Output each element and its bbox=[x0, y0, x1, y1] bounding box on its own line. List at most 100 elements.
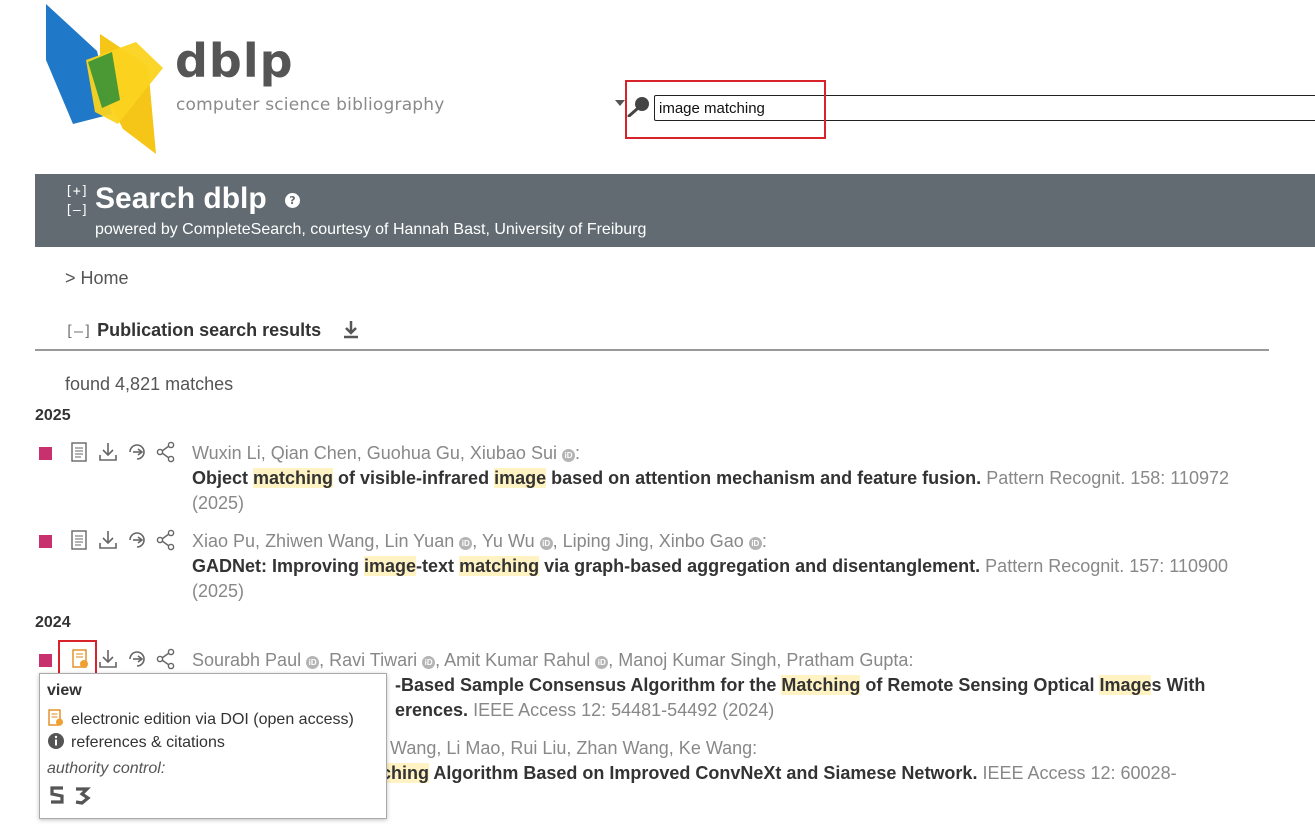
title-highlight: matching bbox=[253, 468, 334, 488]
author-link[interactable]: Yu Wu bbox=[482, 531, 535, 551]
title-fragment: of visible-infrared bbox=[333, 468, 495, 488]
author-link[interactable]: Ravi Tiwari bbox=[329, 650, 417, 670]
author-link[interactable]: Amit Kumar Rahul bbox=[444, 650, 590, 670]
view-icon[interactable] bbox=[68, 441, 90, 463]
author-link[interactable]: Pratham Gupta bbox=[786, 650, 908, 670]
paper-title[interactable]: GADNet: Improving image-text matching vi… bbox=[192, 556, 980, 576]
semantic-scholar-icon[interactable] bbox=[48, 785, 66, 805]
university-link[interactable]: University of Freiburg bbox=[494, 221, 646, 238]
title-fragment: -Based Sample Consensus Algorithm for th… bbox=[395, 675, 782, 695]
completesearch-link[interactable]: CompleteSearch bbox=[182, 221, 301, 238]
search-options-dropdown[interactable] bbox=[615, 100, 625, 106]
author-link[interactable]: Xinbo Gao bbox=[659, 531, 744, 551]
authority-icon[interactable] bbox=[73, 785, 91, 805]
paper-title[interactable]: -Based Sample Consensus Algorithm for th… bbox=[395, 675, 1205, 695]
popup-ee-link[interactable]: electronic edition via DOI (open access) bbox=[47, 709, 354, 729]
author-link[interactable]: Manoj Kumar Singh bbox=[618, 650, 776, 670]
view-icon[interactable] bbox=[68, 529, 90, 551]
author-link[interactable]: Lin Yuan bbox=[384, 531, 454, 551]
entry-text: Wuxin Li, Qian Chen, Guohua Gu, Xiubao S… bbox=[192, 441, 1252, 516]
search-input[interactable] bbox=[654, 95, 1315, 121]
paper-title-cont[interactable]: erences. bbox=[395, 700, 468, 720]
author-link[interactable]: Xiao Pu bbox=[192, 531, 255, 551]
title-highlight: Image bbox=[1099, 675, 1152, 695]
export-icon[interactable] bbox=[97, 648, 119, 670]
title-fragment: via graph-based aggregation and disentan… bbox=[539, 556, 981, 576]
entry-type-marker bbox=[39, 654, 52, 667]
entry-text: Sourabh Paul iD, Ravi Tiwari iD, Amit Ku… bbox=[192, 648, 1252, 673]
venue[interactable]: IEEE Access 12: 54481-54492 (2024) bbox=[468, 700, 774, 720]
logo-wordmark: dblp bbox=[175, 34, 294, 88]
title-fragment: Object bbox=[192, 468, 254, 488]
section-divider bbox=[35, 349, 1269, 351]
orcid-icon[interactable]: iD bbox=[539, 537, 553, 550]
export-icon[interactable] bbox=[97, 529, 119, 551]
help-icon[interactable]: ? bbox=[285, 193, 300, 208]
entry-text: Xiao Pu, Zhiwen Wang, Lin Yuan iD, Yu Wu… bbox=[192, 529, 1252, 604]
author-link[interactable]: Zhiwen Wang bbox=[265, 531, 374, 551]
electronic-edition-icon[interactable] bbox=[69, 648, 91, 670]
author-link[interactable]: Liping Jing bbox=[563, 531, 649, 551]
entry-type-marker bbox=[39, 447, 52, 460]
collapse-toggle[interactable]: [–] bbox=[65, 201, 88, 220]
expand-toggle[interactable]: [+] bbox=[65, 182, 88, 201]
download-results-icon[interactable] bbox=[342, 320, 360, 340]
banner-toggles: [+] [–] bbox=[65, 182, 88, 220]
title-fragment: s With bbox=[1151, 675, 1206, 695]
orcid-icon[interactable]: iD bbox=[595, 656, 609, 669]
author-link[interactable]: Qian Chen bbox=[271, 443, 357, 463]
authority-control-label: authority control: bbox=[47, 760, 166, 777]
cite-icon[interactable] bbox=[126, 441, 148, 463]
page-title: Search dblp bbox=[95, 182, 267, 215]
powered-by-line: powered by CompleteSearch, courtesy of H… bbox=[95, 221, 646, 239]
orcid-icon[interactable]: iD bbox=[422, 656, 436, 669]
title-fragment: Algorithm Based on Improved ConvNeXt and… bbox=[429, 763, 978, 783]
orcid-icon[interactable]: iD bbox=[561, 449, 575, 462]
share-icon[interactable] bbox=[155, 441, 177, 463]
cite-icon[interactable] bbox=[126, 648, 148, 670]
popup-heading: view bbox=[47, 682, 82, 699]
orcid-icon[interactable]: iD bbox=[306, 656, 320, 669]
courtesy-sep: , bbox=[485, 221, 495, 238]
author-link[interactable]: Sourabh Paul bbox=[192, 650, 301, 670]
results-heading: Publication search results bbox=[97, 320, 322, 340]
year-heading: 2024 bbox=[35, 614, 71, 631]
popup-item-label: references & citations bbox=[71, 734, 225, 751]
powered-prefix: powered by bbox=[95, 221, 183, 238]
author-link[interactable]: Guohua Gu bbox=[367, 443, 460, 463]
results-section-heading: [–] Publication search results bbox=[65, 320, 321, 341]
paper-title[interactable]: tching Algorithm Based on Improved ConvN… bbox=[375, 763, 977, 783]
year-heading: 2025 bbox=[35, 407, 71, 424]
title-highlight: image bbox=[494, 468, 547, 488]
entry-title-line: -Based Sample Consensus Algorithm for th… bbox=[395, 673, 1295, 723]
title-highlight: Matching bbox=[781, 675, 861, 695]
hannah-bast-link[interactable]: Hannah Bast bbox=[393, 221, 486, 238]
match-count: found 4,821 matches bbox=[65, 374, 234, 394]
results-collapse-toggle[interactable]: [–] bbox=[65, 322, 92, 340]
authors: n Wang, Li Mao, Rui Liu, Zhan Wang, Ke W… bbox=[375, 738, 758, 758]
title-fragment: based on attention mechanism and feature… bbox=[546, 468, 982, 488]
share-icon[interactable] bbox=[155, 648, 177, 670]
logo-tagline: computer science bibliography bbox=[176, 95, 445, 115]
author-link[interactable]: Wuxin Li bbox=[192, 443, 261, 463]
author-link[interactable]: Xiubao Sui bbox=[470, 443, 557, 463]
orcid-icon[interactable]: iD bbox=[748, 537, 762, 550]
title-fragment: of Remote Sensing Optical bbox=[860, 675, 1100, 695]
share-icon[interactable] bbox=[155, 529, 177, 551]
view-popup: view electronic edition via DOI (open ac… bbox=[39, 673, 387, 819]
breadcrumb-home[interactable]: > Home bbox=[65, 268, 129, 289]
title-fragment: GADNet: Improving bbox=[192, 556, 365, 576]
cite-icon[interactable] bbox=[126, 529, 148, 551]
paper-title[interactable]: Object matching of visible-infrared imag… bbox=[192, 468, 981, 488]
orcid-icon[interactable]: iD bbox=[459, 537, 473, 550]
title-highlight: matching bbox=[459, 556, 540, 576]
entry-type-marker bbox=[39, 535, 52, 548]
title-fragment: -text bbox=[416, 556, 460, 576]
search-icon[interactable] bbox=[627, 95, 651, 117]
entry-text: n Wang, Li Mao, Rui Liu, Zhan Wang, Ke W… bbox=[375, 736, 1275, 786]
popup-item-label: electronic edition via DOI (open access) bbox=[71, 711, 354, 728]
venue[interactable]: IEEE Access 12: 60028- bbox=[977, 763, 1176, 783]
export-icon[interactable] bbox=[97, 441, 119, 463]
info-icon bbox=[47, 732, 65, 750]
popup-refs-link[interactable]: references & citations bbox=[47, 732, 225, 752]
